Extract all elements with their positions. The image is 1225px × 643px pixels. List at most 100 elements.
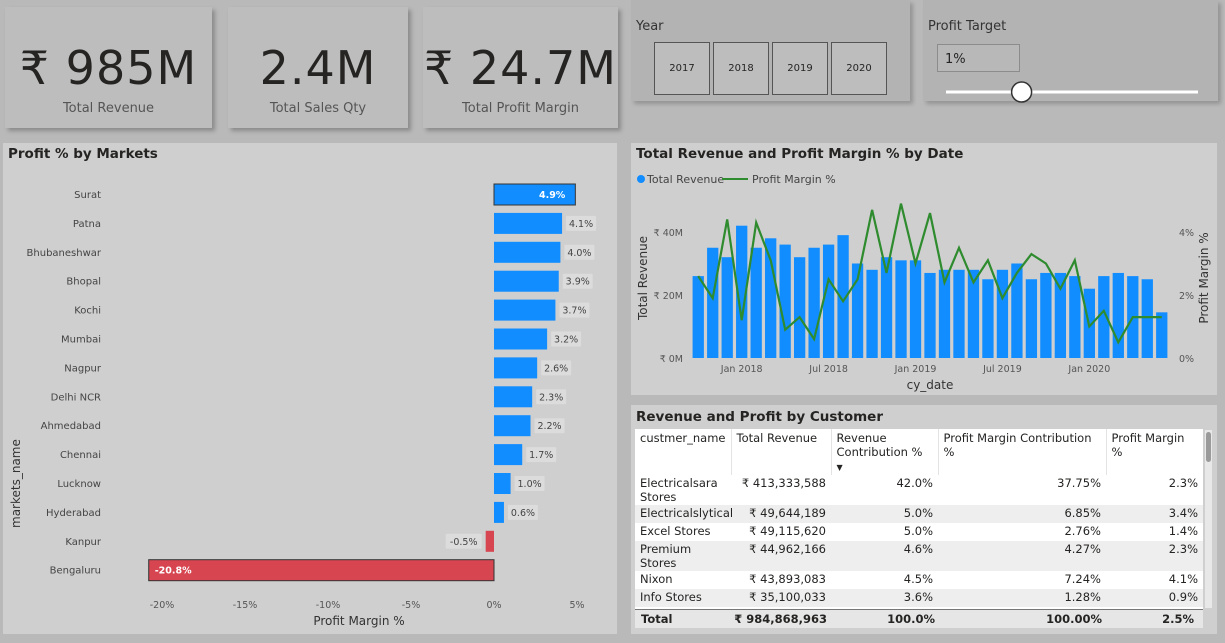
- market-bar[interactable]: [494, 241, 561, 263]
- profit-target-slider[interactable]: [940, 78, 1205, 106]
- trend-x-tick: Jan 2020: [1067, 364, 1110, 375]
- table-cell: Info Stores: [635, 589, 731, 607]
- kpi-value: ₹ 24.7M: [424, 41, 617, 95]
- table-cell: ₹ 35,100,033: [731, 589, 831, 607]
- table-cell: 1.28%: [938, 589, 1106, 607]
- revenue-bar[interactable]: [707, 247, 719, 358]
- market-bar[interactable]: [494, 415, 531, 437]
- column-header-profit-margin[interactable]: Profit Margin %: [1106, 429, 1203, 475]
- table-total-row: Total ₹ 984,868,963 100.0% 100.00% 2.5%: [635, 609, 1203, 628]
- market-bar[interactable]: [494, 212, 563, 234]
- total-revenue: ₹ 984,868,963: [734, 612, 827, 626]
- market-bar[interactable]: [494, 444, 523, 466]
- market-label: Delhi NCR: [51, 392, 101, 403]
- market-data-label: 2.6%: [544, 363, 568, 374]
- year-option-2017[interactable]: 2017: [654, 42, 710, 95]
- table-row[interactable]: Info Stores ₹ 35,100,033 3.6% 1.28% 0.9%: [635, 589, 1203, 607]
- revenue-bar[interactable]: [953, 269, 965, 358]
- revenue-bar[interactable]: [692, 276, 704, 358]
- market-bar[interactable]: [494, 328, 548, 350]
- revenue-bar[interactable]: [1141, 279, 1153, 358]
- revenue-bar[interactable]: [924, 272, 936, 358]
- table-cell: 37.75%: [1057, 476, 1101, 490]
- markets-x-tick: -15%: [233, 600, 258, 611]
- market-label: Kochi: [74, 306, 101, 317]
- market-data-label: 4.9%: [539, 190, 566, 201]
- customer-table-title: Revenue and Profit by Customer: [636, 409, 883, 425]
- year-option-2019[interactable]: 2019: [772, 42, 828, 95]
- market-bar[interactable]: [494, 386, 533, 408]
- market-bar[interactable]: [485, 530, 494, 552]
- trend-combo-chart: Total Revenue Profit Margin % Total Reve…: [636, 173, 1211, 392]
- revenue-bar[interactable]: [1040, 272, 1052, 358]
- revenue-bar[interactable]: [793, 257, 806, 358]
- trend-x-tick: Jan 2018: [720, 364, 763, 375]
- market-bar[interactable]: [148, 559, 495, 582]
- market-data-label: -0.5%: [450, 537, 478, 548]
- profit-target-input[interactable]: 1%: [937, 44, 1020, 72]
- column-header-total-revenue[interactable]: Total Revenue: [731, 429, 832, 475]
- revenue-bar[interactable]: [1112, 272, 1124, 358]
- revenue-bar[interactable]: [1025, 279, 1038, 358]
- total-profit-contribution: 100.00%: [1046, 612, 1102, 626]
- revenue-bar[interactable]: [909, 260, 922, 358]
- table-row[interactable]: Nixon ₹ 43,893,083 4.5% 7.24% 4.1%: [635, 571, 1203, 589]
- table-cell: ₹ 43,893,083: [749, 572, 826, 586]
- markets-x-tick: 0%: [486, 600, 501, 611]
- market-bar[interactable]: [494, 299, 556, 321]
- revenue-bar[interactable]: [1156, 312, 1168, 358]
- table-cell: ₹ 44,962,166: [731, 541, 831, 571]
- revenue-bar[interactable]: [1054, 272, 1067, 358]
- legend-revenue-marker: [637, 175, 645, 183]
- revenue-bar[interactable]: [779, 244, 791, 358]
- market-label: Surat: [74, 190, 101, 201]
- column-header-revenue-contribution[interactable]: Revenue Contribution % ▼: [831, 429, 939, 475]
- trend-x-axis-label: cy_date: [907, 378, 954, 392]
- market-bar[interactable]: [494, 501, 504, 523]
- revenue-bar[interactable]: [1069, 276, 1081, 358]
- table-cell: Premium Stores: [635, 541, 731, 571]
- table-row[interactable]: Excel Stores ₹ 49,115,620 5.0% 2.76% 1.4%: [635, 523, 1203, 541]
- scrollbar-thumb[interactable]: [1206, 432, 1211, 462]
- total-revenue-contribution: 100.0%: [887, 612, 935, 626]
- trend-y-left-tick: ₹ 20M: [654, 291, 683, 302]
- market-label: Hyderabad: [46, 508, 101, 519]
- markets-x-tick: -10%: [316, 600, 341, 611]
- market-data-label: 1.7%: [529, 450, 553, 461]
- market-bar[interactable]: [494, 473, 511, 494]
- revenue-bar[interactable]: [895, 260, 907, 358]
- trend-y-left-label: Total Revenue: [636, 236, 650, 321]
- trend-x-tick: Jul 2019: [982, 364, 1022, 375]
- column-header-profit-contribution[interactable]: Profit Margin Contribution %: [938, 429, 1107, 475]
- year-option-2018[interactable]: 2018: [713, 42, 769, 95]
- revenue-bar[interactable]: [866, 269, 878, 358]
- revenue-bar[interactable]: [721, 257, 733, 358]
- revenue-bar[interactable]: [822, 244, 835, 358]
- table-cell: 5.0%: [903, 524, 933, 538]
- table-cell: 4.27%: [938, 541, 1106, 571]
- column-header-customer[interactable]: custmer_name: [635, 429, 732, 475]
- kpi-value: 2.4M: [259, 41, 377, 95]
- markets-x-tick: -5%: [402, 600, 421, 611]
- markets-bar-chart: markets_name Profit Margin % Surat 4.9% Pa…: [9, 183, 597, 628]
- year-option-2020[interactable]: 2020: [831, 42, 887, 95]
- table-cell: 4.5%: [903, 572, 933, 586]
- market-bar[interactable]: [494, 357, 538, 379]
- table-row[interactable]: Electricalsara Stores ₹ 413,333,588 42.0% 3…: [635, 475, 1203, 505]
- revenue-bar[interactable]: [982, 279, 994, 358]
- revenue-bar[interactable]: [996, 269, 1009, 358]
- table-cell: 3.4%: [1106, 505, 1203, 523]
- market-bar[interactable]: [494, 270, 559, 292]
- revenue-bar[interactable]: [808, 247, 820, 358]
- slider-handle[interactable]: [1010, 81, 1033, 103]
- table-cell: 4.6%: [831, 541, 938, 571]
- market-data-label: 1.0%: [518, 479, 542, 490]
- table-scrollbar[interactable]: [1205, 430, 1212, 608]
- revenue-bar[interactable]: [750, 247, 762, 358]
- revenue-bar[interactable]: [765, 238, 777, 358]
- customer-table[interactable]: custmer_name Total Revenue Revenue Contr…: [635, 429, 1203, 627]
- table-row[interactable]: Premium Stores ₹ 44,962,166 4.6% 4.27% 2.3%: [635, 541, 1203, 571]
- market-label: Bhubaneshwar: [27, 248, 102, 259]
- table-row[interactable]: Electricalslytical ₹ 49,644,189 5.0% 6.85% 3…: [635, 505, 1203, 523]
- table-cell: 2.3%: [1168, 476, 1198, 490]
